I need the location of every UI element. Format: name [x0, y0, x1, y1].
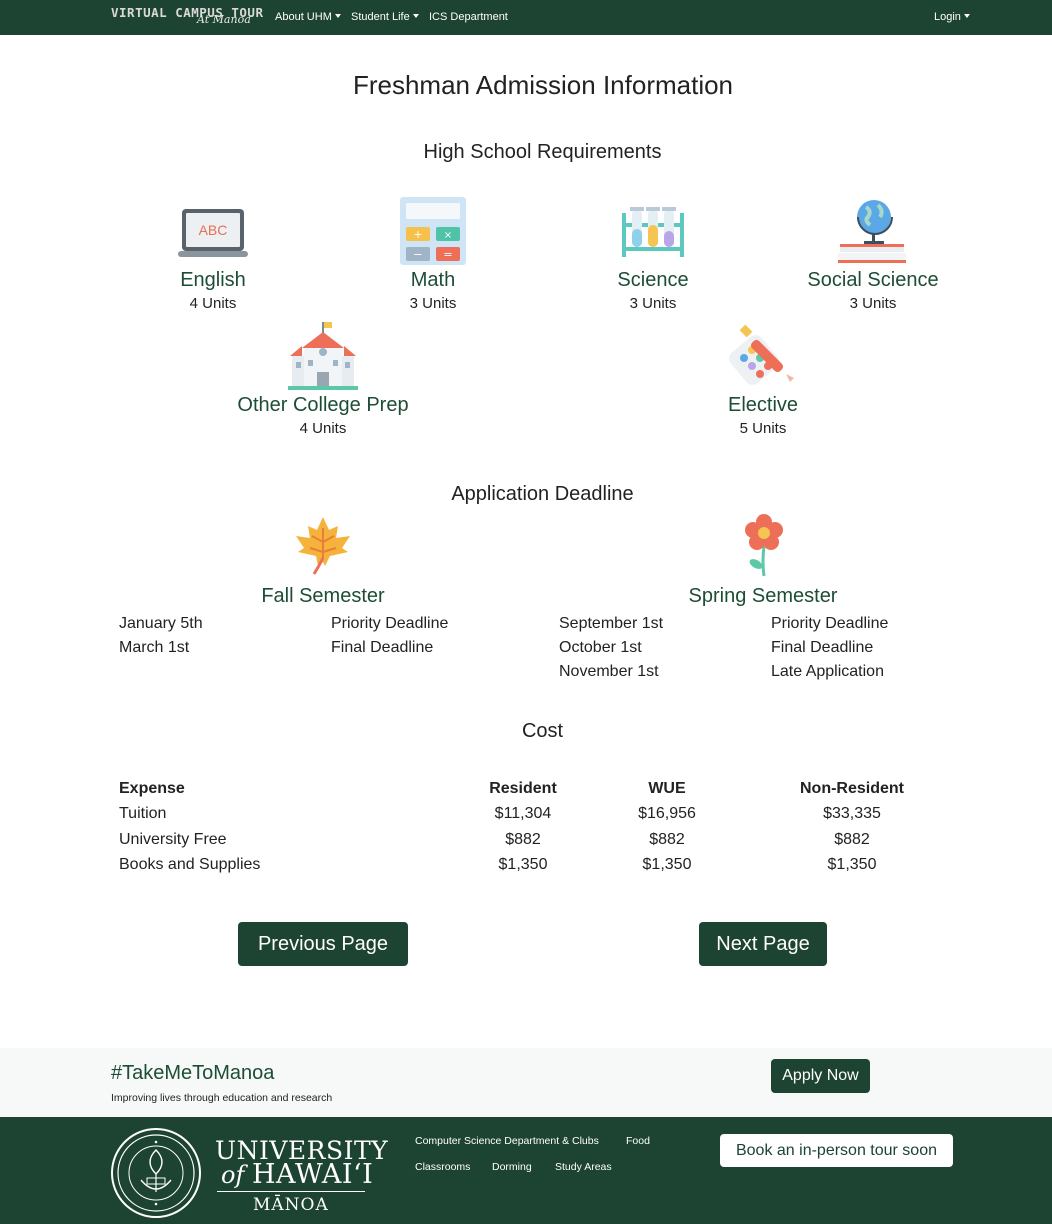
test-tubes-icon	[622, 207, 684, 257]
school-building-icon	[288, 322, 358, 390]
flower-icon	[745, 514, 783, 577]
subject-name: English	[180, 269, 246, 291]
subject-units: 4 Units	[299, 420, 347, 437]
spring-deadline-label: Late Application	[771, 663, 884, 680]
table-cell: Books and Supplies	[119, 856, 261, 873]
table-cell: $16,956	[638, 805, 696, 822]
promo-banner: #TakeMeToManoa Improving lives through e…	[0, 1048, 1052, 1117]
fall-date: January 5th	[119, 615, 203, 632]
svg-text:×: ×	[444, 230, 452, 241]
footer-link-dorming[interactable]: Dorming	[492, 1161, 532, 1173]
chevron-down-icon	[334, 14, 341, 18]
brand-subtitle: At Manoa	[197, 13, 251, 26]
login-dropdown[interactable]: Login	[934, 11, 970, 23]
campus-wordmark: MĀNOA	[253, 1195, 329, 1215]
subject-name: Social Science	[807, 269, 939, 291]
fall-deadline-label: Priority Deadline	[331, 615, 449, 632]
table-cell: $1,350	[498, 856, 548, 873]
university-seal-icon	[111, 1128, 201, 1218]
site-footer: UNIVERSITY of HAWAIʻI MĀNOA Computer Sci…	[0, 1117, 1052, 1224]
next-page-button[interactable]: Next Page	[699, 922, 827, 966]
requirements-heading: High School Requirements	[423, 141, 662, 163]
wordmark-divider	[217, 1191, 365, 1192]
maple-leaf-icon	[296, 517, 350, 575]
spring-date: October 1st	[559, 639, 642, 656]
svg-text:+: +	[413, 228, 422, 241]
table-cell: $882	[505, 831, 541, 848]
footer-link-study-areas[interactable]: Study Areas	[555, 1161, 612, 1173]
hashtag-title: #TakeMeToManoa	[111, 1062, 275, 1084]
subject-card-elective: Elective 5 Units	[653, 322, 873, 440]
table-cell: Tuition	[119, 805, 167, 822]
page-title: Freshman Admission Information	[352, 70, 734, 100]
globe-books-icon	[838, 200, 906, 263]
table-cell: $33,335	[823, 805, 881, 822]
subject-name: Elective	[727, 394, 799, 416]
table-header: Resident	[489, 780, 557, 797]
footer-link-cs-department[interactable]: Computer Science Department & Clubs	[415, 1135, 599, 1147]
calculator-icon: + × − =	[400, 197, 466, 265]
subject-name: Other College Prep	[237, 394, 409, 416]
fall-deadline-label: Final Deadline	[331, 639, 434, 656]
spring-deadline-label: Priority Deadline	[771, 615, 889, 632]
nav-student-life-dropdown[interactable]: Student Life	[351, 11, 419, 23]
apply-now-button[interactable]: Apply Now	[771, 1059, 870, 1093]
table-cell: $1,350	[642, 856, 692, 873]
table-header: Expense	[119, 780, 185, 797]
table-cell: $1,350	[827, 856, 877, 873]
footer-link-food[interactable]: Food	[626, 1135, 650, 1147]
laptop-abc-icon: ABC	[178, 209, 248, 257]
tagline: Improving lives through education and re…	[111, 1092, 333, 1104]
table-cell: $882	[649, 831, 685, 848]
spring-date: September 1st	[559, 615, 664, 632]
paint-palette-icon	[729, 324, 794, 385]
deadline-heading: Application Deadline	[451, 483, 634, 505]
table-cell: $882	[834, 831, 870, 848]
chevron-down-icon	[412, 14, 419, 18]
table-cell: $11,304	[494, 805, 552, 822]
subject-card-other-college-prep: Other College Prep 4 Units	[213, 322, 433, 440]
subject-units: 3 Units	[409, 295, 457, 312]
chevron-down-icon	[963, 14, 970, 18]
university-wordmark-of: of	[221, 1161, 245, 1189]
fall-semester-title: Fall Semester	[261, 585, 385, 607]
svg-text:ABC: ABC	[199, 222, 228, 238]
subject-name: Math	[410, 269, 456, 291]
subject-units: 3 Units	[849, 295, 897, 312]
spring-deadline-label: Final Deadline	[771, 639, 874, 656]
subject-name: Science	[617, 269, 689, 291]
svg-text:−: −	[413, 248, 422, 261]
table-header: WUE	[648, 780, 686, 797]
nav-ics-department-link[interactable]: ICS Department	[429, 11, 508, 23]
spring-semester-title: Spring Semester	[688, 585, 838, 607]
login-label: Login	[934, 11, 961, 23]
subject-card-math: + × − = Math 3 Units	[323, 197, 543, 315]
nav-student-life-label: Student Life	[351, 11, 410, 23]
nav-about-uhm-dropdown[interactable]: About UHM	[275, 11, 341, 23]
cost-heading: Cost	[521, 720, 564, 742]
subject-units: 3 Units	[629, 295, 677, 312]
subject-units: 4 Units	[189, 295, 237, 312]
subject-card-english: ABC English 4 Units	[103, 197, 323, 315]
table-header: Non-Resident	[800, 780, 904, 797]
svg-text:=: =	[443, 248, 452, 261]
university-wordmark-hawaii: HAWAIʻI	[252, 1159, 374, 1190]
previous-page-button[interactable]: Previous Page	[238, 922, 408, 966]
table-cell: University Free	[119, 831, 227, 848]
footer-link-classrooms[interactable]: Classrooms	[415, 1161, 470, 1173]
subject-units: 5 Units	[739, 420, 787, 437]
brand-logo[interactable]: VIRTUAL CAMPUS TOUR At Manoa	[111, 4, 263, 30]
spring-date: November 1st	[559, 663, 659, 680]
fall-date: March 1st	[119, 639, 190, 656]
subject-card-social-science: Social Science 3 Units	[763, 197, 983, 315]
top-navbar: VIRTUAL CAMPUS TOUR At Manoa About UHM S…	[0, 0, 1052, 35]
book-tour-button[interactable]: Book an in-person tour soon	[720, 1134, 953, 1167]
nav-ics-department-label: ICS Department	[429, 11, 508, 23]
nav-about-uhm-label: About UHM	[275, 11, 332, 23]
subject-card-science: Science 3 Units	[543, 197, 763, 315]
